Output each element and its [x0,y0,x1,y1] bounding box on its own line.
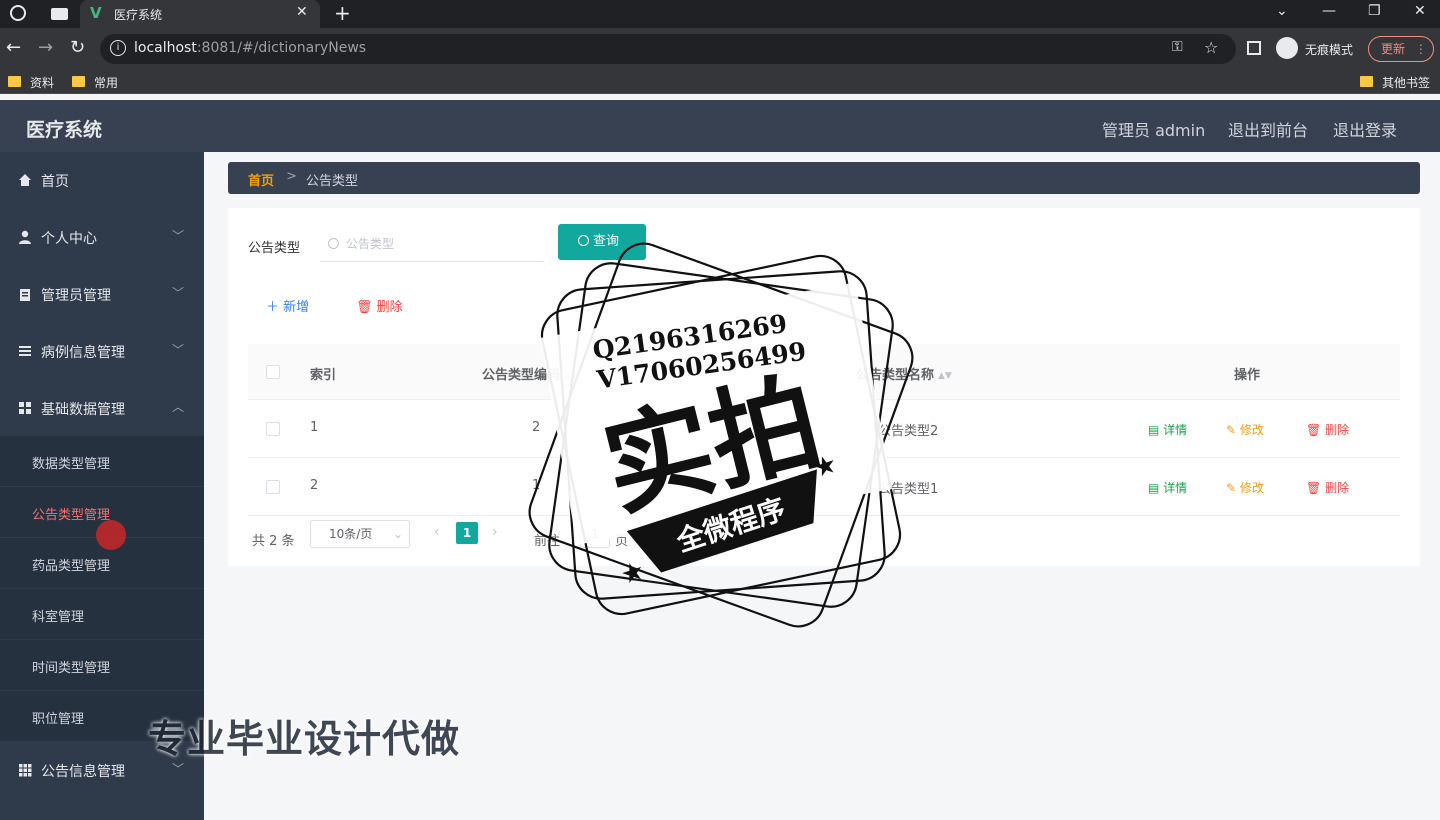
row-checkbox[interactable] [266,480,280,494]
minimize-icon[interactable]: — [1322,3,1336,19]
sidebar-item-basic-data[interactable]: 基础数据管理 ︿ [0,380,204,436]
sort-icon: ▲▼ [938,371,952,381]
to-front-link[interactable]: 退出到前台 [1228,117,1308,141]
chevron-down-icon: ﹀ [172,343,185,357]
prev-page-icon[interactable]: ‹ [434,524,440,540]
sidebar-subitem-label: 职位管理 [32,712,85,727]
grid-icon [19,764,32,777]
search-input[interactable] [346,234,536,254]
chevron-down-icon: ⌄ [393,527,404,541]
close-window-icon[interactable]: ✕ [1414,3,1426,19]
bookmark-folder[interactable]: 资料 [8,74,54,91]
select-all-checkbox[interactable] [266,365,280,379]
next-page-icon[interactable]: › [492,524,498,540]
pagination-total: 共 2 条 [252,534,295,549]
bookmark-star-icon[interactable]: ☆ [1204,38,1218,57]
back-icon[interactable]: ← [6,37,21,58]
side-panel-icon[interactable] [1247,41,1261,55]
close-tab-icon[interactable]: ✕ [296,4,308,20]
current-user: 管理员 admin [1102,121,1206,140]
incognito-label: 无痕模式 [1305,43,1354,57]
search-icon [328,238,339,249]
sidebar-subitem-label: 药品类型管理 [32,559,111,574]
forward-icon[interactable]: → [38,37,53,58]
tab-title: 医疗系统 [114,8,163,22]
mouse-cursor-highlight [96,520,126,550]
breadcrumb-home[interactable]: 首页 [248,170,274,189]
sidebar-item-label: 基础数据管理 [41,402,125,418]
detail-button[interactable]: ▤ 详情 [1148,421,1187,438]
sidebar-item-label: 首页 [41,174,69,190]
bookmark-folder[interactable]: 常用 [72,74,118,91]
reload-icon[interactable]: ↻ [70,37,85,58]
site-info-icon[interactable]: i [110,40,126,56]
restore-icon[interactable]: ❐ [1368,3,1381,19]
other-bookmarks[interactable]: 其他书签 [1360,74,1430,91]
star-icon: ★ [617,556,648,592]
delete-button[interactable]: 🗑 删除 [1306,479,1349,496]
breadcrumb-current: 公告类型 [306,174,359,189]
add-button[interactable]: ＋ 新增 [266,296,309,315]
sidebar-item-label: 管理员管理 [41,288,111,304]
incognito-icon [1276,37,1298,59]
page-number-current[interactable]: 1 [456,522,478,544]
sidebar-item-home[interactable]: 首页 [0,152,204,208]
sidebar-item-label: 个人中心 [41,231,97,247]
row-checkbox[interactable] [266,422,280,436]
edit-button[interactable]: ✎ 修改 [1226,421,1264,438]
delete-button[interactable]: 🗑 删除 [1306,421,1349,438]
chevron-down-icon: ﹀ [172,286,185,300]
sidebar-item-cases[interactable]: 病例信息管理 ﹀ [0,323,204,379]
sidebar-subitem-label: 数据类型管理 [32,457,111,472]
sidebar-subitem-department[interactable]: 科室管理 [0,589,204,639]
batch-delete-button[interactable]: 🗑 删除 [356,296,403,315]
chevron-down-icon[interactable]: ⌄ [1276,3,1288,19]
edit-button[interactable]: ✎ 修改 [1226,479,1264,496]
search-label: 公告类型 [248,241,301,256]
window-icon [51,8,68,20]
browser-toolbar: ← → ↻ i localhost:8081/#/dictionaryNews … [0,28,1440,70]
vue-logo-icon: V [90,4,102,22]
sidebar-subitem-time-type[interactable]: 时间类型管理 [0,640,204,690]
update-button[interactable]: 更新 ⋮ [1368,36,1434,62]
clipboard-icon [20,289,30,301]
sidebar-item-profile[interactable]: 个人中心 ﹀ [0,209,204,265]
header-ops: 操作 [1234,368,1261,383]
sidebar-item-label: 公告信息管理 [41,764,125,780]
app-title: 医疗系统 [26,119,103,141]
watermark-bottom-text: 专业毕业设计代做 [148,717,461,761]
page-size-select[interactable]: 10条/页 ⌄ [310,520,410,548]
browser-tab-bar: V 医疗系统 ✕ + ⌄ — ❐ ✕ [0,0,1440,28]
bookmarks-bar: 资料 常用 其他书签 [0,70,1440,94]
sidebar-subitem-data-type[interactable]: 数据类型管理 [0,436,204,486]
home-icon [19,174,31,186]
active-tab[interactable]: V 医疗系统 ✕ [80,0,320,28]
search-field[interactable] [320,226,544,262]
chevron-down-icon: ﹀ [172,229,185,243]
user-icon [19,230,31,244]
detail-button[interactable]: ▤ 详情 [1148,479,1187,496]
app-header: 医疗系统 管理员 admin 退出到前台 退出登录 [0,100,1440,152]
header-index: 索引 [310,368,337,383]
cell-index: 1 [310,420,319,435]
grid-icon [19,402,31,414]
globe-icon[interactable] [10,5,26,21]
logout-link[interactable]: 退出登录 [1333,117,1397,141]
sidebar-subitem-label: 公告类型管理 [32,508,111,523]
breadcrumb: 首页 > 公告类型 [228,162,1420,194]
chevron-up-icon: ︿ [172,400,185,414]
watermark-stamp: Q2196316269 V17060256499 实拍 全微程序 ★ ★ [528,242,914,628]
sidebar-item-label: 病例信息管理 [41,345,125,361]
inactive-tab[interactable] [40,4,78,24]
cell-index: 2 [310,478,319,493]
key-icon[interactable]: ⚿ [1172,39,1183,55]
new-tab-icon[interactable]: + [334,1,351,25]
sidebar-item-admin[interactable]: 管理员管理 ﹀ [0,266,204,322]
url-text: localhost:8081/#/dictionaryNews [134,40,367,56]
sidebar-subitem-label: 时间类型管理 [32,661,111,676]
breadcrumb-separator: > [286,169,297,184]
list-icon [19,346,31,356]
sidebar-subitem-label: 科室管理 [32,610,85,625]
address-bar[interactable]: i localhost:8081/#/dictionaryNews ⚿ ☆ [100,34,1236,64]
